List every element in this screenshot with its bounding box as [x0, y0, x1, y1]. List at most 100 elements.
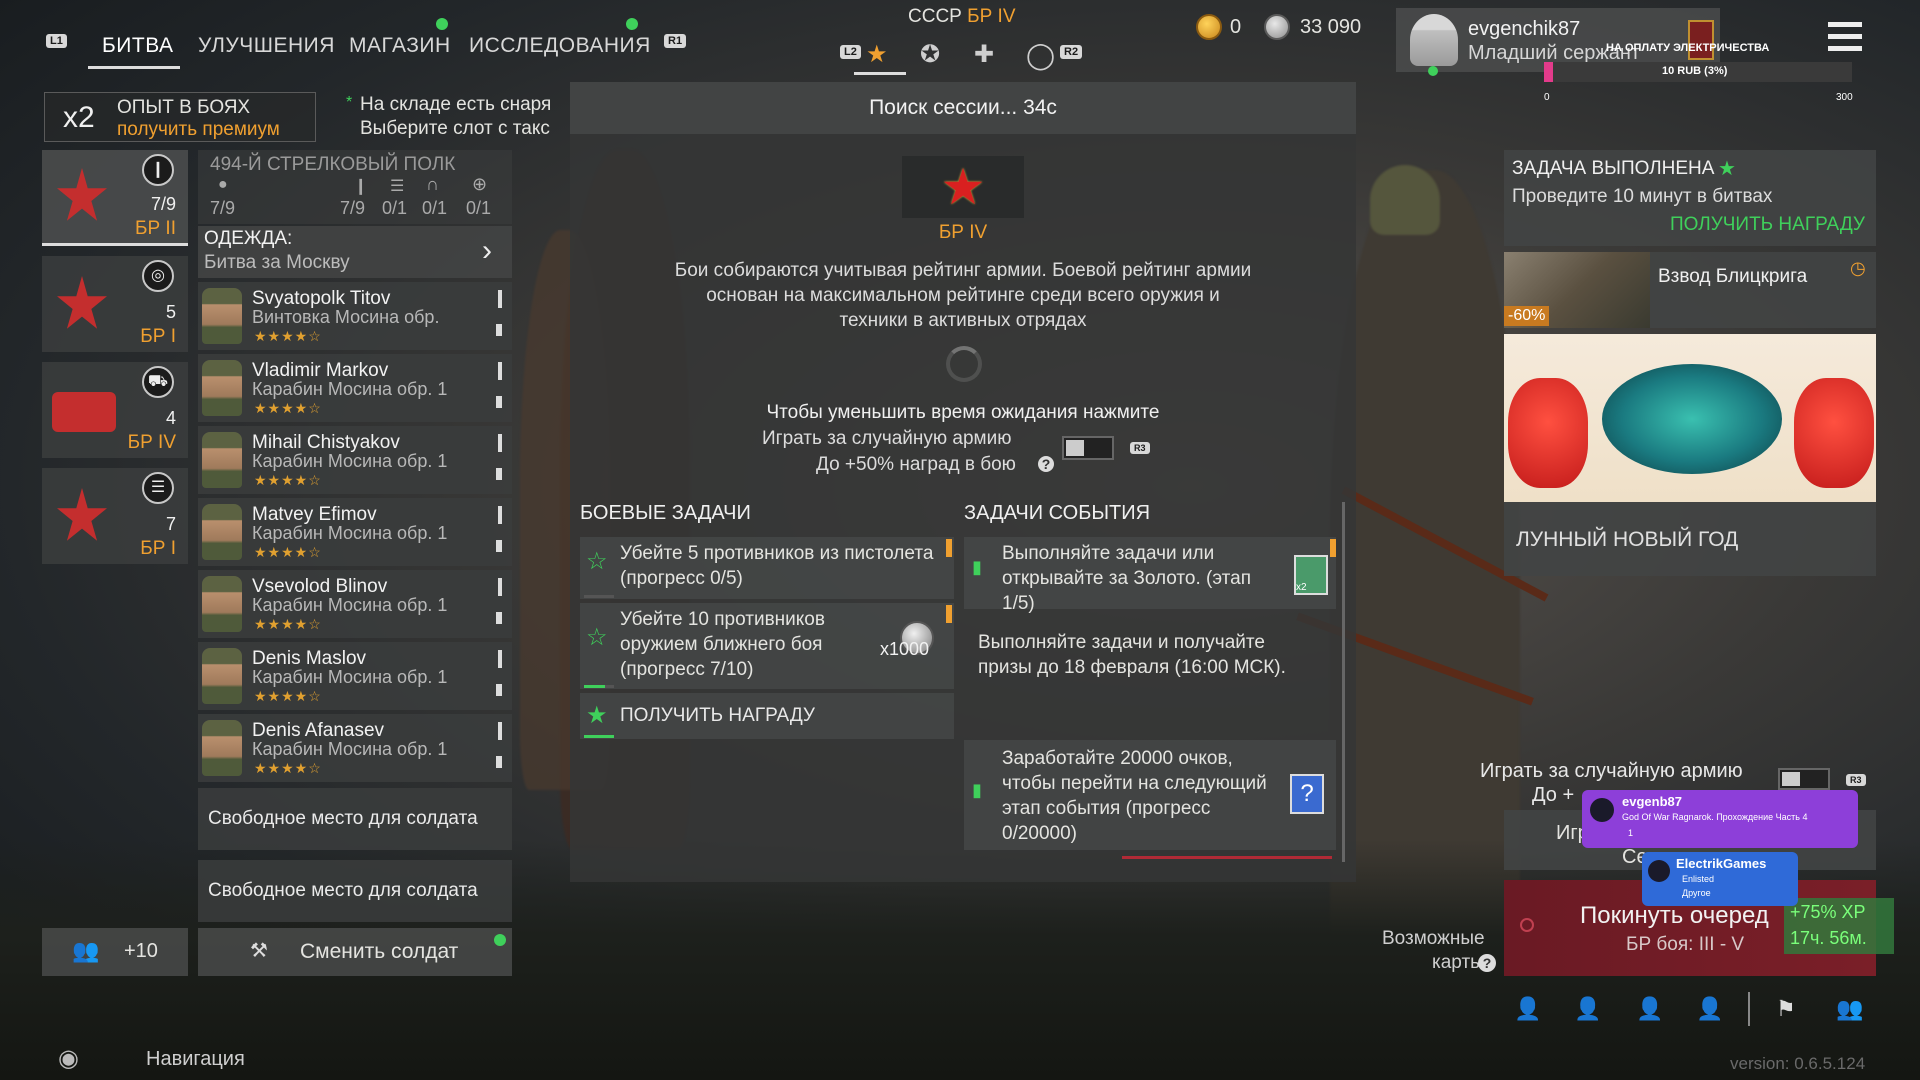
help-icon[interactable]: ? [1038, 456, 1054, 472]
star-tab-icon[interactable]: ★ [866, 40, 888, 69]
soldier-portrait [202, 648, 242, 704]
active-tab-underline [88, 66, 180, 69]
claim-reward-link[interactable]: ПОЛУЧИТЬ НАГРАДУ [1670, 214, 1865, 236]
squad-card-4[interactable]: ☰ 7 БР I [42, 468, 188, 564]
r2-button-hint[interactable]: R2 [1060, 45, 1083, 59]
squad-br: БР I [140, 326, 176, 347]
task-star-icon: ☆ [586, 548, 608, 575]
change-soldier-label: Сменить солдат [300, 940, 459, 963]
group-icon[interactable]: 👥 [1836, 996, 1863, 1022]
list-stat-icon: ☰ [390, 178, 405, 195]
stream-user1-game: God Of War Ragnarok. Прохождение Часть 4 [1622, 812, 1808, 822]
soldier-portrait [202, 720, 242, 776]
rifle-icon [498, 650, 502, 668]
loading-spinner-icon [946, 346, 982, 382]
claim-reward-button[interactable]: ★ ПОЛУЧИТЬ НАГРАДУ [580, 693, 954, 739]
shop-notification-dot [436, 18, 448, 30]
squad-card-3[interactable]: ⛟ 4 БР IV [42, 362, 188, 458]
r3-button-hint[interactable]: R3 [1130, 442, 1150, 454]
event-tasks-header: ЗАДАЧИ СОБЫТИЯ [964, 502, 1151, 524]
task-complete-card[interactable]: ЗАДАЧА ВЫПОЛНЕНА ★ Проведите 10 минут в … [1504, 150, 1876, 246]
battle-task[interactable]: ☆ Убейте 5 противников из пистолета (про… [580, 537, 954, 599]
task-complete-star-icon: ★ [1718, 158, 1736, 180]
random-army-label: Играть за случайную армию [762, 428, 1012, 449]
clothing-selector[interactable]: ОДЕЖДА: Битва за Москву › [198, 226, 512, 278]
task-marker [1330, 539, 1336, 557]
event-task-text: Выполняйте задачи или открывайте за Золо… [1002, 543, 1251, 614]
blitzkrieg-offer-card[interactable]: -60% Взвод Блицкрига ◷ [1504, 252, 1876, 328]
donation-amount: 10 RUB (3%) [1662, 65, 1728, 77]
event-task[interactable]: ▮ Заработайте 20000 очков, чтобы перейти… [964, 740, 1336, 850]
gamepad-stick-icon: ◉ [58, 1045, 79, 1072]
donation-bar-fill [1544, 62, 1554, 82]
soldier-rating-stars: ★★★★☆ [254, 688, 322, 704]
random-army-right-label: Играть за случайную армию [1480, 760, 1743, 782]
r3-right-button-hint[interactable]: R3 [1846, 774, 1866, 786]
maps-help-icon[interactable]: ? [1478, 954, 1496, 972]
headset-stat-icon: ∩ [426, 174, 439, 194]
xp-boost-time: 17ч. 56м. [1790, 928, 1867, 948]
squad-card-2[interactable]: ◎ 5 БР I [42, 256, 188, 352]
soldier-portrait [202, 504, 242, 560]
squad-count: 4 [165, 408, 176, 428]
version-label: version: 0.6.5.124 [1730, 1054, 1866, 1073]
add-friend-icon[interactable]: 👤 [1696, 996, 1723, 1022]
xp-multiplier: x2 [63, 101, 95, 134]
squad-br: БР II [135, 218, 176, 239]
hamburger-menu-icon[interactable] [1828, 22, 1862, 52]
lunar-event-card[interactable]: ЛУННЫЙ НОВЫЙ ГОД [1504, 502, 1876, 576]
soldier-row[interactable]: Denis Afanasev Карабин Мосина обр. 1 ★★★… [198, 714, 512, 782]
avatar [1410, 14, 1458, 66]
reinforce-button[interactable]: 👥 +10 [42, 928, 188, 976]
medal-tab-icon[interactable]: ✪ [920, 40, 940, 69]
soldier-row[interactable]: Matvey Efimov Карабин Мосина обр. 1 ★★★★… [198, 498, 512, 566]
l1-button-hint[interactable]: L1 [46, 34, 67, 48]
premium-banner[interactable]: x2 ОПЫТ В БОЯХ получить премиум [44, 92, 316, 142]
mystery-reward-icon: ? [1290, 774, 1324, 814]
army-selector[interactable]: СССР БР IV L2 ★ ✪ ✚ ◯ R2 [840, 6, 1083, 78]
event-task[interactable]: ▮ Выполняйте задачи или открывайте за Зо… [964, 537, 1336, 614]
soldier-portrait [202, 288, 242, 344]
tab-upgrades[interactable]: УЛУЧШЕНИЯ [198, 34, 335, 58]
battle-task[interactable]: ☆ Убейте 10 противников оружием ближнего… [580, 603, 954, 689]
lunar-event-banner[interactable] [1504, 334, 1876, 502]
event-scrollbar[interactable] [1342, 502, 1345, 862]
random-army-toggle[interactable] [1062, 436, 1114, 460]
get-premium-link[interactable]: получить премиум [117, 119, 280, 141]
clothing-value: Битва за Москву [204, 252, 350, 273]
soldier-row[interactable]: Svyatopolk Titov Винтовка Мосина обр. ★★… [198, 282, 512, 350]
session-search-dialog: Поиск сессии... 34с ★ БР IV Бои собирают… [570, 82, 1356, 882]
rifle-class-icon: ❙ [142, 154, 174, 186]
add-friend-icon[interactable]: 👤 [1636, 996, 1663, 1022]
change-soldier-button[interactable]: ⚒ Сменить солдат [198, 928, 512, 976]
soldier-row[interactable]: Denis Maslov Карабин Мосина обр. 1 ★★★★☆ [198, 642, 512, 710]
circle-tab-icon[interactable]: ◯ [1026, 40, 1055, 71]
soldier-row[interactable]: Vladimir Markov Карабин Мосина обр. 1 ★★… [198, 354, 512, 422]
army-nation: СССР [908, 6, 962, 27]
random-army-right-toggle[interactable] [1778, 768, 1830, 790]
soldier-row[interactable]: Vsevolod Blinov Карабин Мосина обр. 1 ★★… [198, 570, 512, 638]
free-soldier-slot[interactable]: Свободное место для солдата [198, 860, 512, 922]
cross-tab-icon[interactable]: ✚ [974, 40, 994, 69]
stream-avatar [1648, 860, 1670, 882]
l2-button-hint[interactable]: L2 [840, 45, 861, 59]
reinforce-count: +10 [124, 940, 158, 962]
r1-button-hint[interactable]: R1 [664, 34, 687, 48]
dialog-header: Поиск сессии... 34с [570, 82, 1356, 134]
add-friend-icon[interactable]: 👤 [1514, 996, 1541, 1022]
soldier-rating-stars: ★★★★☆ [254, 328, 322, 344]
soldier-row[interactable]: Mihail Chistyakov Карабин Мосина обр. 1 … [198, 426, 512, 494]
squad-card-1[interactable]: ❙ 7/9 БР II [42, 150, 188, 246]
tab-research[interactable]: ИССЛЕДОВАНИЯ [469, 34, 651, 58]
dialog-title: Поиск сессии... 34с [869, 96, 1057, 119]
clothing-label: ОДЕЖДА: [204, 228, 293, 249]
task-marker [946, 605, 952, 623]
grenade-icon [496, 396, 502, 408]
free-soldier-slot[interactable]: Свободное место для солдата [198, 788, 512, 850]
bonus-text: До +50% наград в бою [816, 454, 1016, 475]
flag-icon[interactable]: ⚑ [1776, 996, 1796, 1022]
tab-battle[interactable]: БИТВА [102, 34, 174, 58]
tab-shop[interactable]: МАГАЗИН [349, 34, 451, 58]
rifle-icon [498, 722, 502, 740]
add-friend-icon[interactable]: 👤 [1574, 996, 1601, 1022]
